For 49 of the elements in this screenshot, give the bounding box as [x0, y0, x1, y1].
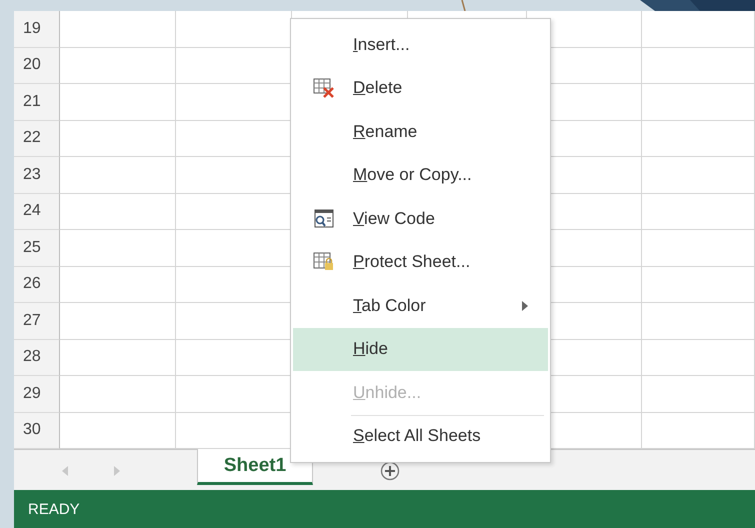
- menu-item[interactable]: Delete: [293, 66, 548, 110]
- table-cell[interactable]: [60, 266, 176, 303]
- table-cell[interactable]: [642, 11, 755, 48]
- row-number[interactable]: 19: [14, 11, 60, 48]
- table-cell[interactable]: [60, 84, 176, 120]
- table-cell[interactable]: [60, 340, 176, 376]
- table-cell[interactable]: [60, 11, 176, 48]
- row-number[interactable]: 30: [14, 412, 60, 449]
- menu-item[interactable]: View Code: [293, 197, 548, 240]
- table-cell[interactable]: [60, 194, 176, 230]
- table-cell[interactable]: [60, 376, 176, 412]
- menu-item[interactable]: Tab Color: [293, 284, 548, 328]
- add-sheet-icon[interactable]: [380, 461, 400, 481]
- menu-item[interactable]: Hide: [293, 328, 548, 371]
- menu-item[interactable]: Insert...: [293, 23, 548, 66]
- row-number[interactable]: 20: [14, 48, 60, 84]
- table-cell[interactable]: [642, 230, 755, 266]
- table-cell[interactable]: [60, 230, 176, 266]
- delete-table-icon: [313, 78, 335, 98]
- table-cell[interactable]: [642, 194, 755, 230]
- menu-item[interactable]: Rename: [293, 110, 548, 154]
- locked-sheet-icon: [313, 252, 335, 272]
- table-cell[interactable]: [642, 120, 755, 157]
- sheet-tab[interactable]: Sheet1: [197, 449, 313, 485]
- row-number[interactable]: 22: [14, 120, 60, 157]
- table-cell[interactable]: [642, 303, 755, 340]
- table-cell[interactable]: [642, 84, 755, 120]
- row-number[interactable]: 28: [14, 340, 60, 376]
- table-cell[interactable]: [642, 340, 755, 376]
- submenu-arrow-icon: [522, 300, 528, 311]
- menu-item[interactable]: Move or Copy...: [293, 154, 548, 197]
- status-text: READY: [28, 500, 80, 518]
- table-cell[interactable]: [60, 157, 176, 194]
- row-number[interactable]: 21: [14, 84, 60, 120]
- row-number[interactable]: 27: [14, 303, 60, 340]
- row-number[interactable]: 29: [14, 376, 60, 412]
- table-cell[interactable]: [642, 157, 755, 194]
- row-number[interactable]: 26: [14, 266, 60, 303]
- table-cell[interactable]: [642, 266, 755, 303]
- code-window-icon: [313, 208, 335, 229]
- menu-item[interactable]: Protect Sheet...: [293, 240, 548, 284]
- row-number[interactable]: 25: [14, 230, 60, 266]
- table-cell[interactable]: [60, 303, 176, 340]
- table-cell[interactable]: [642, 376, 755, 412]
- table-cell[interactable]: [60, 48, 176, 84]
- table-cell[interactable]: [60, 120, 176, 157]
- table-cell[interactable]: [642, 48, 755, 84]
- row-number[interactable]: 23: [14, 157, 60, 194]
- row-number[interactable]: 24: [14, 194, 60, 230]
